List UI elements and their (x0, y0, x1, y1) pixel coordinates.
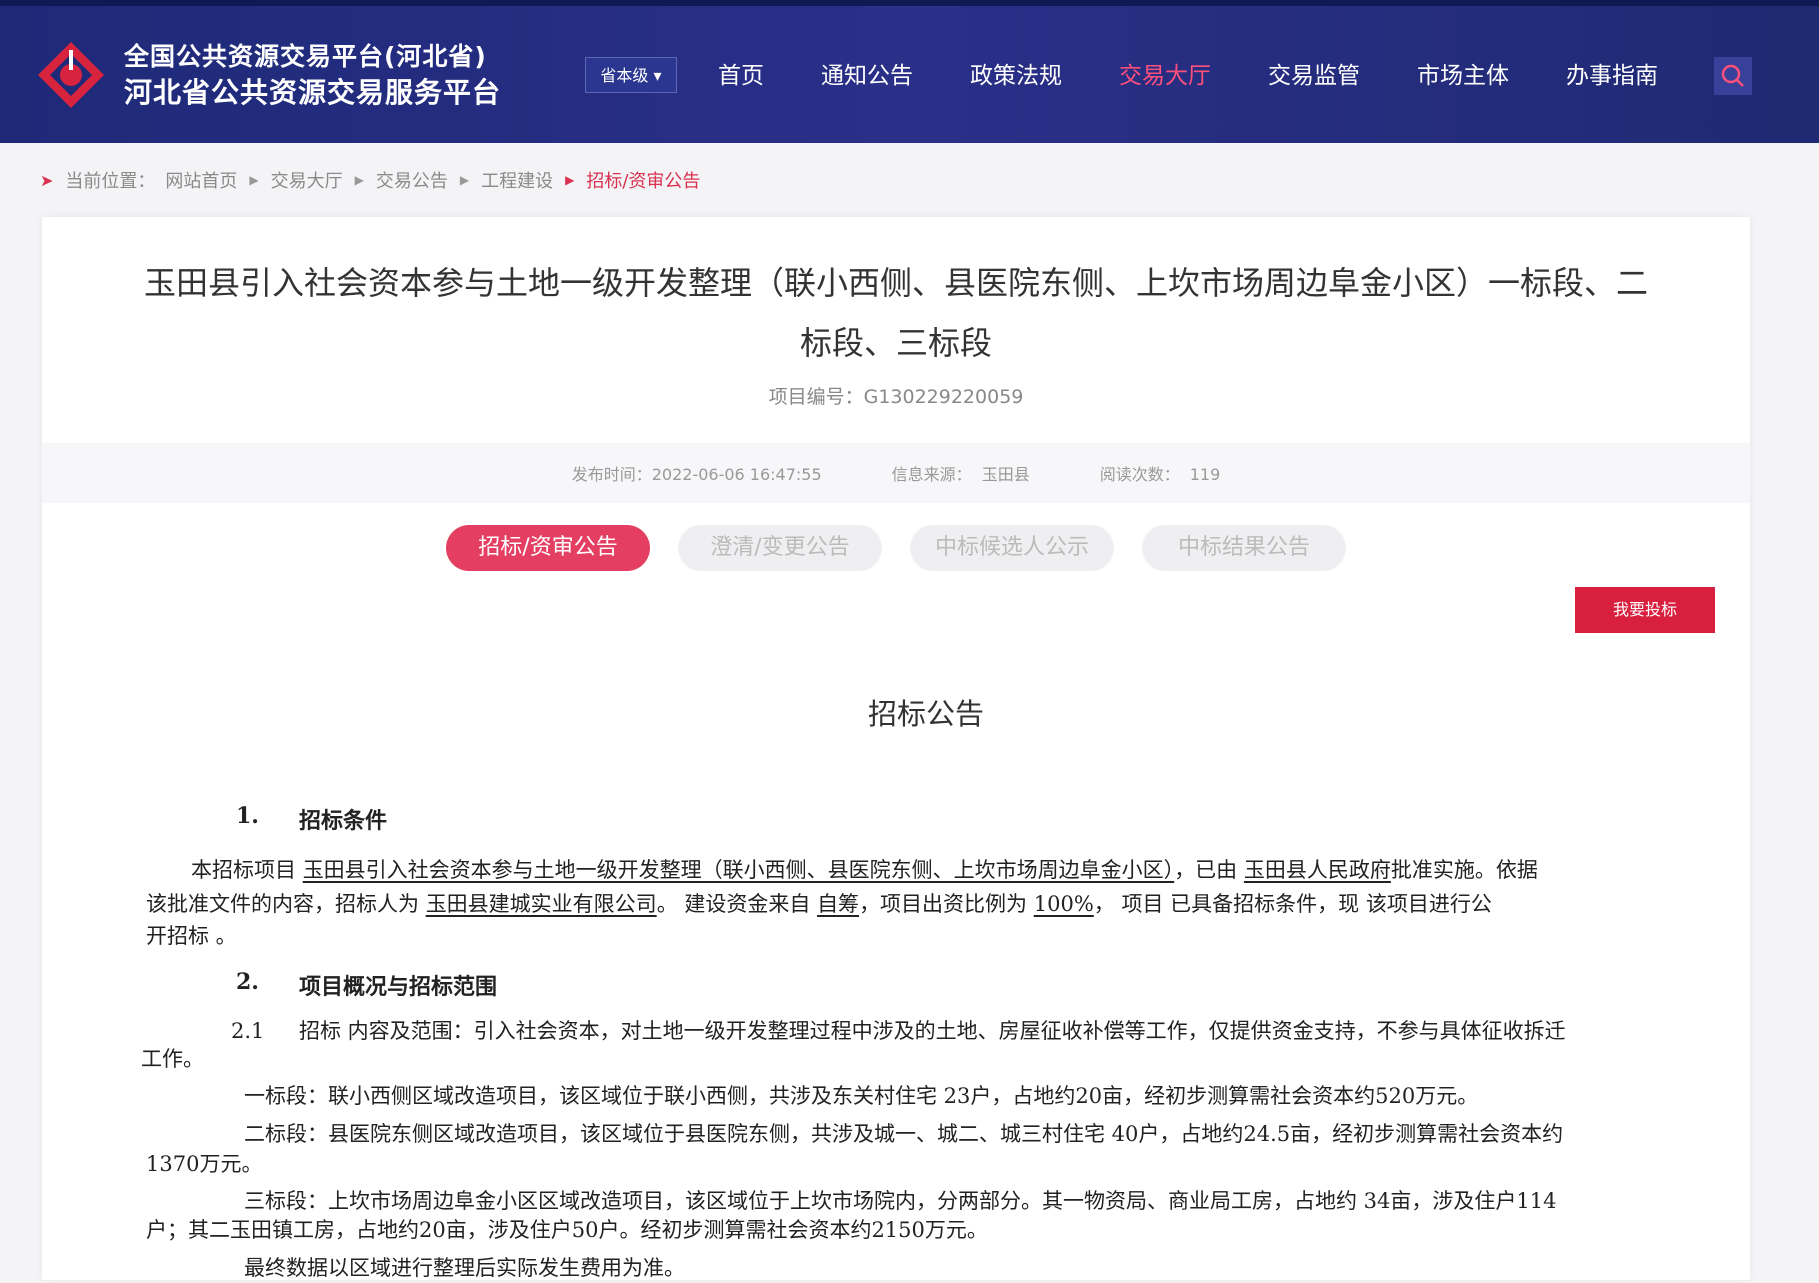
section-1-number: 1. (236, 803, 259, 829)
search-icon (1721, 64, 1744, 87)
content-card: 玉田县引入社会资本参与土地一级开发整理（联小西侧、县医院东侧、上坎市场周边阜金小… (42, 217, 1750, 1280)
breadcrumb-trading-hall[interactable]: 交易大厅 (271, 167, 343, 193)
info-source-value: 玉田县 (981, 465, 1030, 484)
p2-text-b: 。 建设资金来自 (656, 892, 811, 916)
p1-approver: 玉田县人民政府 (1243, 858, 1391, 882)
nav-notices[interactable]: 通知公告 (821, 58, 913, 94)
breadcrumb-announcements[interactable]: 交易公告 (376, 167, 448, 193)
info-source: 信息来源： 玉田县 (892, 461, 1030, 485)
breadcrumb-label: 当前位置： (65, 171, 156, 192)
brand-line2: 河北省公共资源交易服务平台 (124, 76, 502, 109)
project-number: 项目编号：G130229220059 (768, 386, 1024, 408)
read-count-value: 119 (1189, 465, 1221, 484)
lot-2-cont: 1370万元。 (146, 1152, 263, 1176)
paragraph-2: 该批准文件的内容，招标人为 玉田县建城实业有限公司。 建设资金来自 自筹，项目出… (146, 889, 1492, 919)
triangle-right-icon: ▶ (354, 173, 364, 187)
doc-title: 招标公告 (867, 697, 984, 731)
site-header: 全国公共资源交易平台(河北省) 河北省公共资源交易服务平台 省本级 ▾ 首页 通… (0, 0, 1819, 143)
paragraph-3: 开招标 。 (146, 924, 237, 948)
nav-supervision[interactable]: 交易监管 (1268, 58, 1360, 94)
caret-down-icon: ▾ (653, 66, 662, 85)
p2-text-c: ，项目出资比例为 (859, 892, 1028, 916)
p1-project-name: 玉田县引入社会资本参与土地一级开发整理（联小西侧、县医院东侧、上坎市场周边阜金小… (302, 858, 1175, 882)
announcement-tabs: 招标/资审公告 澄清/变更公告 中标候选人公示 中标结果公告 (446, 525, 1374, 571)
paragraph-4-cont: 工作。 (141, 1047, 204, 1071)
nav-market-entities[interactable]: 市场主体 (1417, 58, 1509, 94)
breadcrumb-engineering[interactable]: 工程建设 (481, 167, 553, 193)
search-button[interactable] (1714, 57, 1752, 95)
triangle-right-icon: ▶ (249, 173, 259, 187)
lot-3: 三标段：上坎市场周边阜金小区区域改造项目，该区域位于上坎市场院内，分两部分。其一… (244, 1189, 1557, 1213)
section-2-title: 项目概况与招标范围 (299, 974, 498, 1000)
p1-text-b: ，已由 (1174, 858, 1238, 882)
article-title: 玉田县引入社会资本参与土地一级开发整理（联小西侧、县医院东侧、上坎市场周边阜金小… (143, 264, 1648, 362)
final-note: 最终数据以区域进行整理后实际发生费用为准。 (244, 1256, 685, 1280)
brand-line1: 全国公共资源交易平台(河北省) (124, 42, 487, 71)
level-selector[interactable]: 省本级 ▾ (585, 57, 677, 93)
section-2-number: 2. (236, 969, 259, 995)
main-nav: 首页 通知公告 政策法规 交易大厅 交易监管 市场主体 办事指南 (718, 58, 1715, 94)
tab-clarification[interactable]: 澄清/变更公告 (678, 525, 882, 571)
nav-guide[interactable]: 办事指南 (1566, 58, 1658, 94)
triangle-right-icon: ▶ (565, 173, 575, 187)
nav-policies[interactable]: 政策法规 (970, 58, 1062, 94)
p1-text-a: 本招标项目 (191, 858, 296, 882)
submit-bid-button[interactable]: 我要投标 (1575, 587, 1715, 633)
read-count-label: 阅读次数： (1099, 465, 1180, 484)
p2-fund-source: 自筹 (817, 892, 860, 916)
paragraph-4: 招标 内容及范围：引入社会资本，对土地一级开发整理过程中涉及的土地、房屋征收补偿… (299, 1019, 1566, 1043)
publish-time: 发布时间：2022-06-06 16:47:55 (571, 465, 822, 484)
tab-tender-notice[interactable]: 招标/资审公告 (446, 525, 650, 571)
nav-trading-hall[interactable]: 交易大厅 (1119, 58, 1211, 94)
tab-results[interactable]: 中标结果公告 (1142, 525, 1346, 571)
paragraph-4-number: 2.1 (231, 1019, 265, 1043)
brand-title[interactable]: 全国公共资源交易平台(河北省) 河北省公共资源交易服务平台 (124, 40, 501, 112)
logo-icon[interactable] (36, 40, 106, 110)
p1-text-c: 批准实施。依据 (1390, 858, 1538, 882)
breadcrumb-current[interactable]: 招标/资审公告 (586, 167, 700, 193)
info-source-label: 信息来源： (891, 465, 972, 484)
paragraph-1: 本招标项目 玉田县引入社会资本参与土地一级开发整理（联小西侧、县医院东侧、上坎市… (191, 855, 1538, 885)
breadcrumb: ➤ 当前位置： 网站首页 ▶ 交易大厅 ▶ 交易公告 ▶ 工程建设 ▶ 招标/资… (40, 166, 700, 194)
p2-text-a: 该批准文件的内容，招标人为 (146, 892, 419, 916)
lot-1: 一标段：联小西侧区域改造项目，该区域位于联小西侧，共涉及东关村住宅 23户，占地… (244, 1084, 1479, 1108)
triangle-right-icon: ▶ (459, 173, 470, 187)
lot-3-cont: 户；其二玉田镇工房，占地约20亩，涉及住户50户。经初步测算需社会资本约2150… (146, 1218, 988, 1242)
tab-candidates[interactable]: 中标候选人公示 (910, 525, 1114, 571)
nav-home[interactable]: 首页 (718, 58, 764, 94)
p2-text-d: ， 项目 已具备招标条件，现 该项目进行公 (1093, 892, 1492, 916)
p2-tenderer: 玉田县建城实业有限公司 (425, 892, 657, 916)
p2-ratio: 100% (1033, 892, 1094, 916)
read-count: 阅读次数： 119 (1100, 461, 1221, 485)
arrow-right-icon: ➤ (40, 170, 54, 190)
section-1-title: 招标条件 (299, 808, 388, 834)
breadcrumb-home[interactable]: 网站首页 (165, 167, 237, 193)
article-meta: 发布时间：2022-06-06 16:47:55 信息来源： 玉田县 阅读次数： 1… (42, 443, 1750, 503)
level-selector-label: 省本级 (600, 66, 649, 85)
lot-2: 二标段：县医院东侧区域改造项目，该区域位于县医院东侧，共涉及城一、城二、城三村住… (244, 1122, 1564, 1146)
